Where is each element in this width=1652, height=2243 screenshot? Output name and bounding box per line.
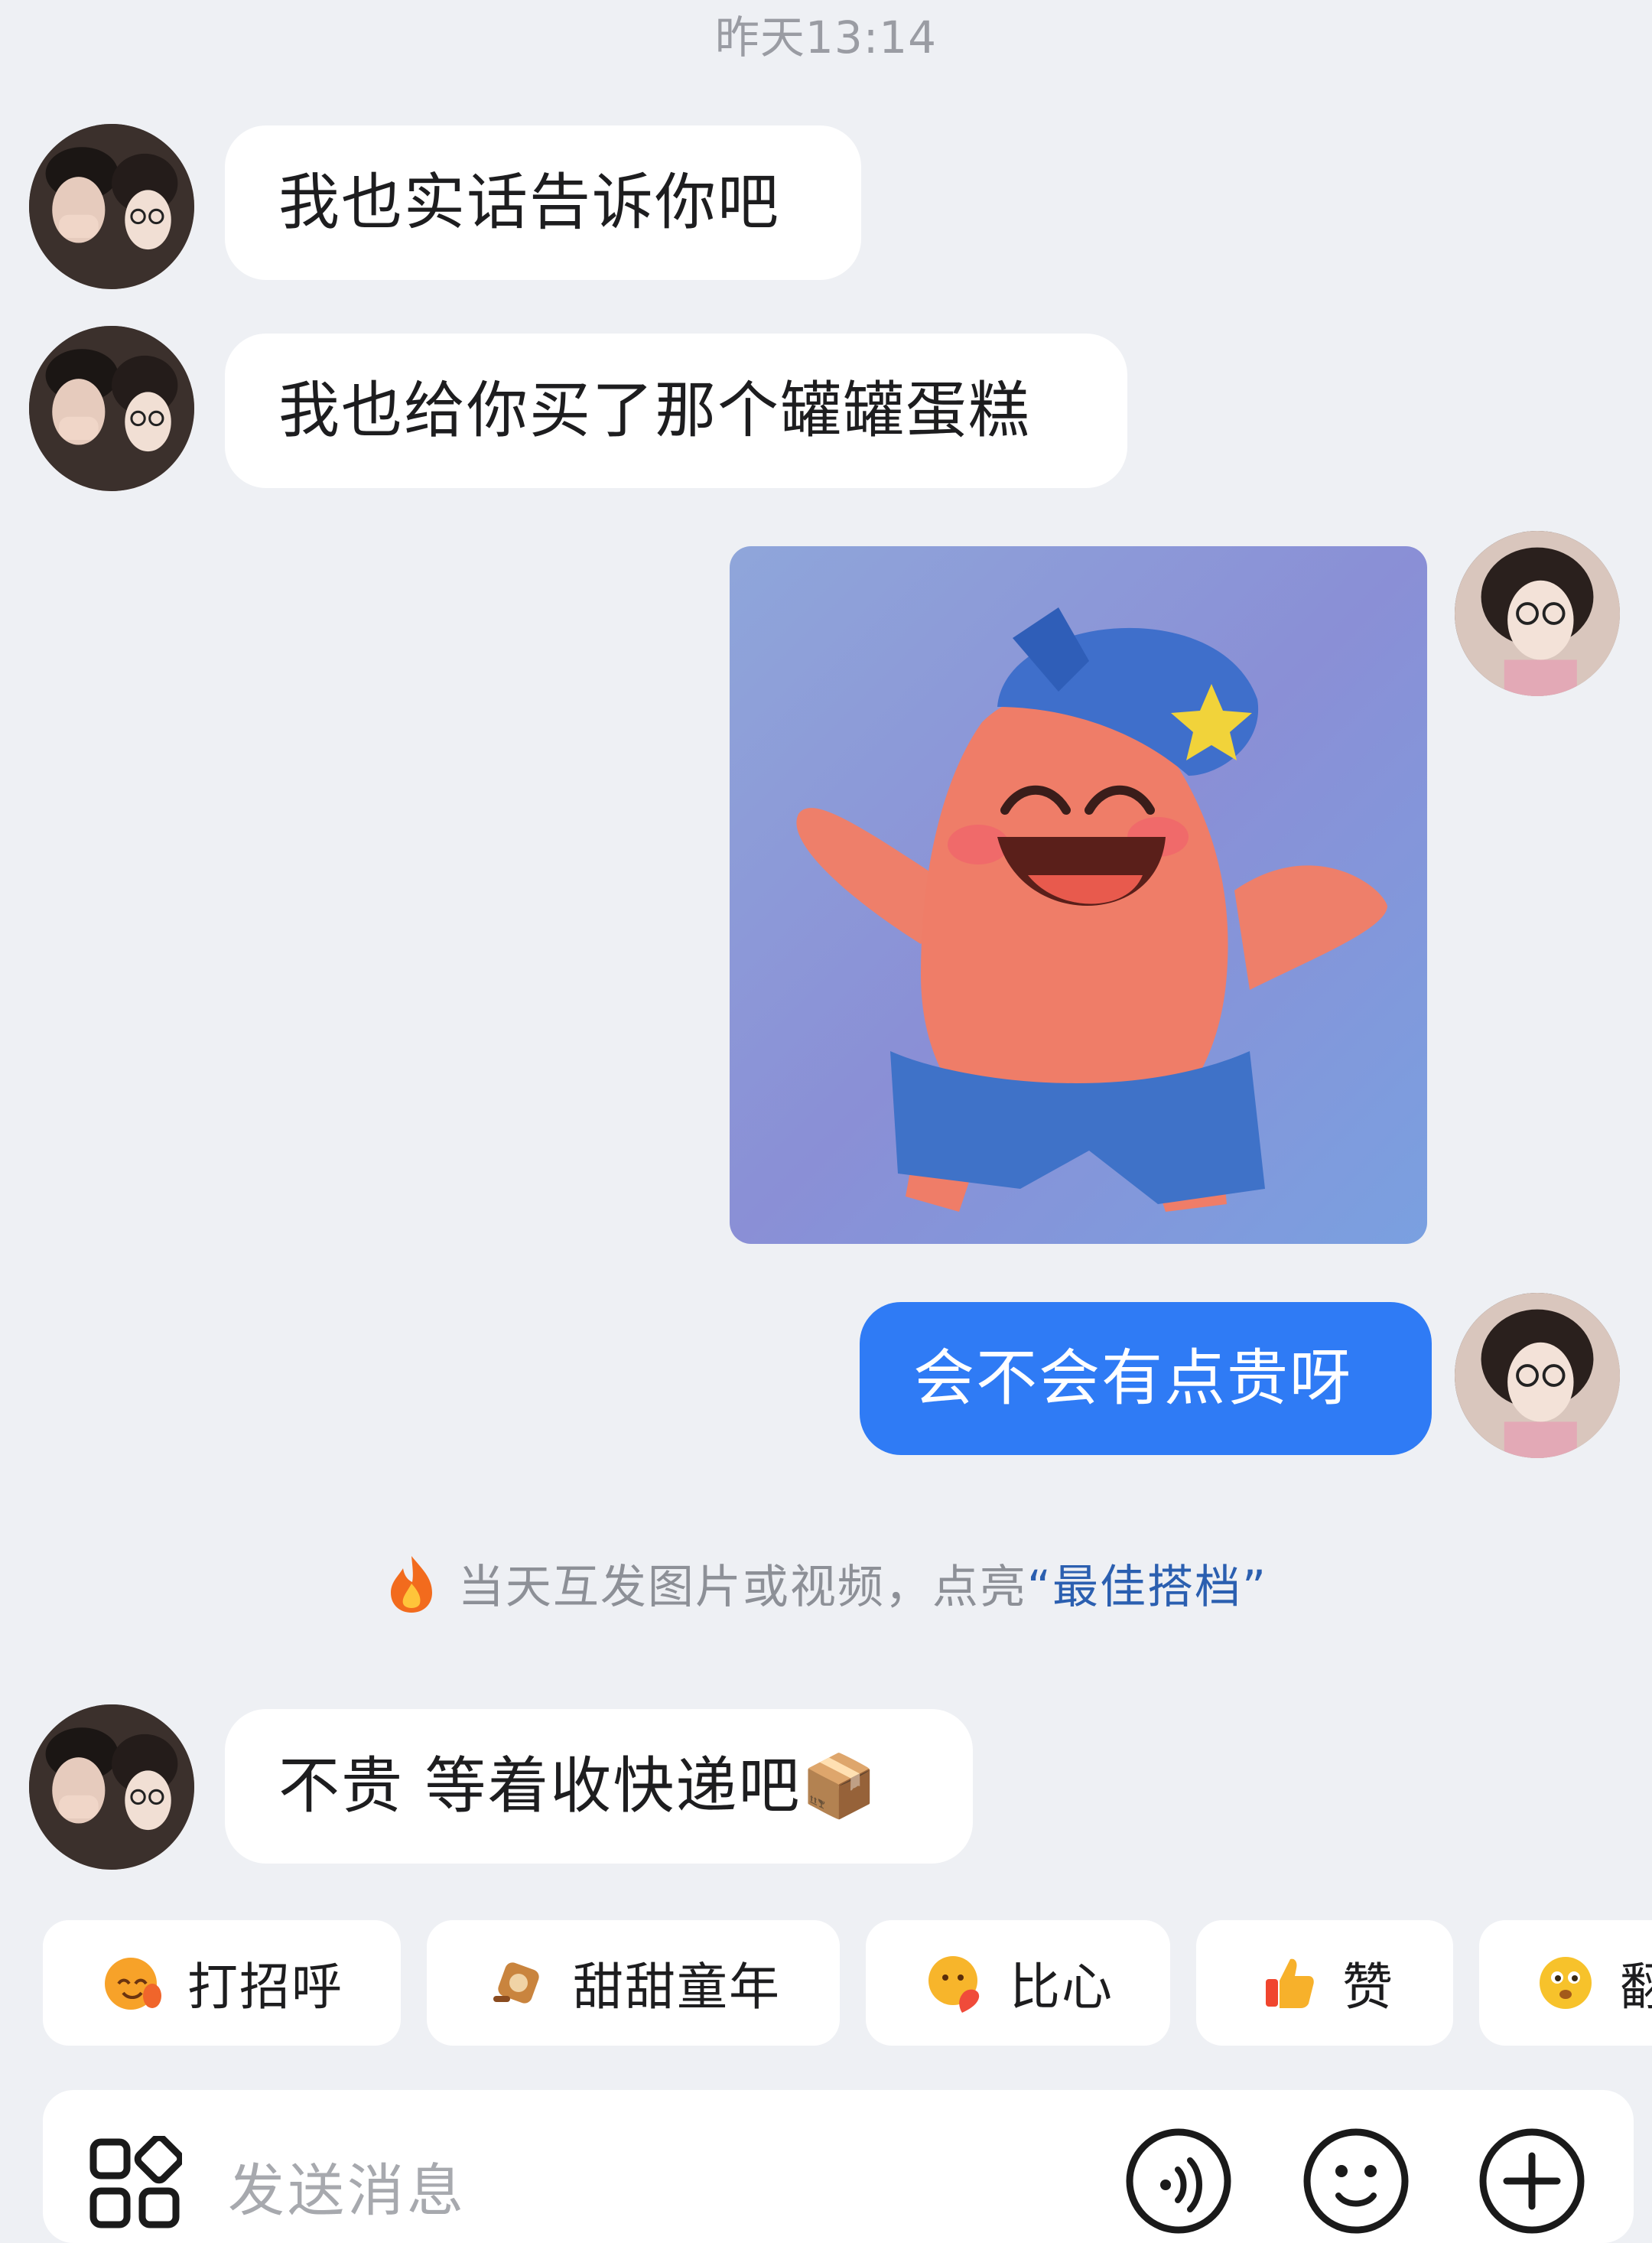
- candy-emoji-icon: [493, 1962, 539, 2004]
- thinking-emoji-icon: [1540, 1957, 1592, 2009]
- message-text: 不贵 等着收快递吧📦: [278, 1750, 880, 1821]
- quick-reply-heart[interactable]: 比心: [866, 1920, 1170, 2046]
- message-bubble-received[interactable]: 我也实话告诉你吧: [225, 125, 861, 280]
- chip-label: 打招呼: [187, 1958, 343, 2017]
- message-input[interactable]: 发送消息: [228, 2145, 467, 2227]
- quick-reply-sweet-childhood[interactable]: 甜甜童年: [427, 1920, 840, 2046]
- quick-reply-greet[interactable]: 打招呼: [43, 1920, 401, 2046]
- apps-icon[interactable]: [87, 2136, 182, 2231]
- emoji-icon[interactable]: [1302, 2127, 1410, 2235]
- sticker-message[interactable]: [730, 546, 1427, 1244]
- message-bubble-received[interactable]: 我也给你买了那个罐罐蛋糕: [225, 334, 1127, 488]
- chip-label: 甜甜童年: [573, 1958, 781, 2017]
- quick-reply-bar: 打招呼 甜甜童年 比心 赞 翻: [43, 1920, 1652, 2046]
- contact-avatar[interactable]: [29, 326, 194, 491]
- voice-icon[interactable]: [1124, 2127, 1233, 2235]
- my-avatar[interactable]: [1455, 1293, 1620, 1458]
- message-composer: 发送消息: [43, 2090, 1634, 2243]
- notice-text: 当天互发图片或视频，点亮: [457, 1561, 1027, 1614]
- message-bubble-sent[interactable]: 会不会有点贵呀: [860, 1302, 1432, 1455]
- contact-avatar[interactable]: [29, 124, 194, 289]
- my-avatar[interactable]: [1455, 531, 1620, 696]
- wave-smile-emoji-icon: [105, 1958, 161, 2010]
- avatar-photo-icon: [29, 124, 194, 289]
- avatar-photo-icon: [1455, 531, 1620, 696]
- best-partner-notice: 当天互发图片或视频，点亮 “最佳搭档”: [0, 1550, 1652, 1616]
- contact-avatar[interactable]: [29, 1704, 194, 1870]
- avatar-photo-icon: [1455, 1293, 1620, 1458]
- avatar-photo-icon: [29, 1704, 194, 1870]
- chip-label: 赞: [1342, 1958, 1394, 2017]
- plus-icon[interactable]: [1478, 2127, 1586, 2235]
- fire-icon: [390, 1555, 432, 1613]
- quick-reply-more[interactable]: 翻: [1479, 1920, 1652, 2046]
- message-text: 我也实话告诉你吧: [278, 167, 780, 238]
- message-text: 我也给你买了那个罐罐蛋糕: [278, 375, 1031, 446]
- chip-label: 翻: [1620, 1958, 1652, 2017]
- avatar-photo-icon: [29, 326, 194, 491]
- patrick-star-sticker-icon: [730, 546, 1427, 1244]
- message-timestamp: 昨天13:14: [714, 11, 938, 63]
- best-partner-highlight[interactable]: “最佳搭档”: [1027, 1550, 1267, 1616]
- quick-reply-like[interactable]: 赞: [1196, 1920, 1453, 2046]
- chip-label: 比心: [1010, 1958, 1114, 2017]
- heart-hands-emoji-icon: [928, 1956, 980, 2013]
- message-bubble-received[interactable]: 不贵 等着收快递吧📦: [225, 1709, 973, 1864]
- thumbs-up-emoji-icon: [1266, 1958, 1314, 2008]
- message-text: 会不会有点贵呀: [913, 1343, 1352, 1414]
